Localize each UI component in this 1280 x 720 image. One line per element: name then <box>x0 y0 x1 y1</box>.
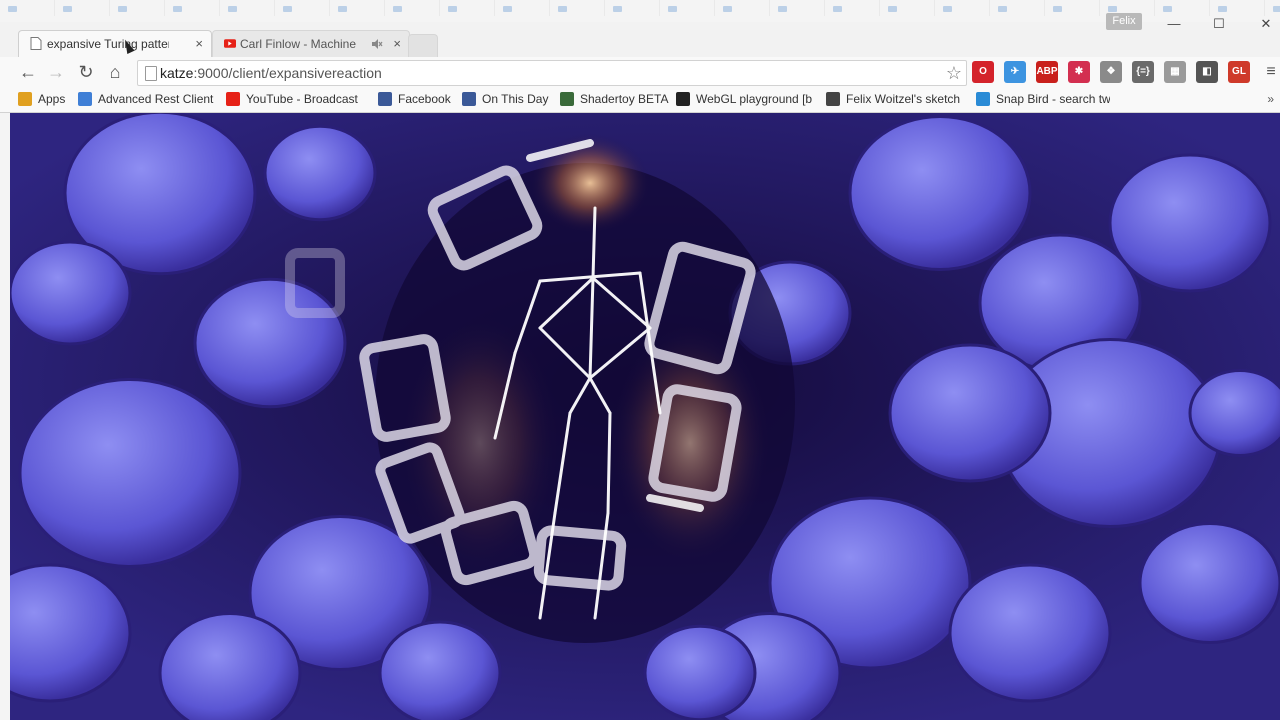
new-tab-button[interactable] <box>408 34 438 57</box>
background-tab[interactable] <box>1045 0 1100 16</box>
bookmark-label: Advanced Rest Client <box>98 92 214 106</box>
url-text[interactable]: katze:9000/client/expansivereaction <box>160 61 382 85</box>
pattern-cell <box>18 378 242 568</box>
pattern-cell <box>1138 522 1280 644</box>
tab-close-icon[interactable]: × <box>195 31 203 57</box>
bookmark-advanced-rest-client[interactable]: Advanced Rest Client <box>78 87 218 112</box>
webgl-icon[interactable]: GL <box>1228 61 1250 83</box>
background-tab[interactable] <box>880 0 935 16</box>
youtube-icon <box>226 92 240 106</box>
bookmark-star-icon[interactable]: ☆ <box>946 61 962 85</box>
tab-expansive-turing-pattern[interactable]: expansive Turing pattern × <box>18 30 212 57</box>
address-bar[interactable]: katze:9000/client/expansivereaction ☆ <box>137 60 967 86</box>
pattern-cell <box>643 624 757 720</box>
turing-pattern-render <box>10 113 1280 720</box>
dropbox-icon[interactable]: ❖ <box>1100 61 1122 83</box>
tab-bar: expansive Turing pattern × Carl Finlow -… <box>0 27 1280 57</box>
pattern-cell <box>378 620 502 720</box>
bookmark-felix-woitzel-s-sketch[interactable]: Felix Woitzel's sketch <box>826 87 970 112</box>
bookmark-apps[interactable]: Apps <box>18 87 74 112</box>
pattern-cell <box>888 343 1052 483</box>
background-tab[interactable] <box>495 0 550 16</box>
tab-close-icon[interactable]: × <box>393 31 401 57</box>
speaker-muted-icon[interactable] <box>371 38 383 50</box>
reload-button[interactable]: ↻ <box>74 60 98 84</box>
url-path: :9000/client/expansivereaction <box>193 65 382 81</box>
background-tab[interactable] <box>275 0 330 16</box>
background-tab[interactable] <box>0 0 55 16</box>
bookmark-label: Apps <box>38 92 66 106</box>
background-tab[interactable] <box>770 0 825 16</box>
snapbird-icon <box>976 92 990 106</box>
apps-grid-icon <box>18 92 32 106</box>
tab-title: expansive Turing pattern <box>47 37 169 51</box>
background-tab[interactable] <box>440 0 495 16</box>
webgl-canvas[interactable] <box>10 113 1280 720</box>
background-tab[interactable] <box>935 0 990 16</box>
json-viewer-icon[interactable]: {=} <box>1132 61 1154 83</box>
bookmark-label: Snap Bird - search tw <box>996 92 1110 106</box>
facebook-icon <box>462 92 476 106</box>
background-tab[interactable] <box>55 0 110 16</box>
bookmark-shadertoy-beta[interactable]: Shadertoy BETA <box>560 87 670 112</box>
webgl-playground-icon <box>676 92 690 106</box>
bookmark-on-this-day[interactable]: On This Day <box>462 87 554 112</box>
bookmark-label: YouTube - Broadcast <box>246 92 358 106</box>
forward-button[interactable]: → <box>44 60 68 84</box>
bookmark-webgl-playground-b[interactable]: WebGL playground [b <box>676 87 820 112</box>
tab-title: Carl Finlow - Machine <box>240 37 357 51</box>
page-icon <box>30 37 42 50</box>
url-host: katze <box>160 65 194 81</box>
opera-icon[interactable]: O <box>972 61 994 83</box>
youtube-icon <box>224 39 236 48</box>
adblock-plus-icon[interactable]: ABP <box>1036 61 1058 83</box>
bookmark-facebook[interactable]: Facebook <box>378 87 458 112</box>
pattern-cell <box>1188 369 1280 457</box>
shadertoy-icon <box>560 92 574 106</box>
background-tab[interactable] <box>990 0 1045 16</box>
background-tab-strip <box>0 0 1280 18</box>
bookmark-label: On This Day <box>482 92 549 106</box>
page-left-edge <box>0 113 10 720</box>
bookmarks-overflow-button[interactable]: » <box>1267 87 1274 112</box>
tab-carl-finlow[interactable]: Carl Finlow - Machine × <box>212 30 410 57</box>
page-info-icon[interactable] <box>145 66 157 81</box>
facebook-icon <box>378 92 392 106</box>
background-tab[interactable] <box>110 0 165 16</box>
pattern-cell <box>948 563 1112 703</box>
bookmark-label: WebGL playground [b <box>696 92 813 106</box>
puzzle-icon[interactable]: ✱ <box>1068 61 1090 83</box>
tab-strip-background <box>0 0 1280 22</box>
bookmark-label: Felix Woitzel's sketch <box>846 92 961 106</box>
background-tab[interactable] <box>660 0 715 16</box>
pattern-cell <box>263 124 377 222</box>
pattern-cell <box>10 240 132 346</box>
background-tab[interactable] <box>220 0 275 16</box>
pattern-cell <box>158 612 302 720</box>
background-tab[interactable] <box>330 0 385 16</box>
grid-icon[interactable]: ▦ <box>1164 61 1186 83</box>
bookmarks-bar: » Apps Advanced Rest Client YouTube - Broa… <box>0 87 1280 113</box>
background-tab[interactable] <box>385 0 440 16</box>
background-tab[interactable] <box>825 0 880 16</box>
bird-icon[interactable]: ✈ <box>1004 61 1026 83</box>
dark-app-icon[interactable]: ◧ <box>1196 61 1218 83</box>
pattern-cell <box>848 115 1032 271</box>
bookmark-youtube-broadcast[interactable]: YouTube - Broadcast <box>226 87 372 112</box>
arc-icon <box>78 92 92 106</box>
pattern-cell <box>1108 153 1272 293</box>
background-tab[interactable] <box>550 0 605 16</box>
bookmark-snap-bird-search-tw[interactable]: Snap Bird - search tw <box>976 87 1110 112</box>
back-button[interactable]: ← <box>16 60 40 84</box>
bookmark-label: Facebook <box>398 92 451 106</box>
background-tab[interactable] <box>165 0 220 16</box>
home-button[interactable]: ⌂ <box>103 60 127 84</box>
background-tab[interactable] <box>715 0 770 16</box>
sketch-icon <box>826 92 840 106</box>
pattern-cell <box>193 277 347 409</box>
bookmark-label: Shadertoy BETA <box>580 92 669 106</box>
chrome-menu-button[interactable]: ≡ <box>1262 61 1280 83</box>
background-tab[interactable] <box>605 0 660 16</box>
